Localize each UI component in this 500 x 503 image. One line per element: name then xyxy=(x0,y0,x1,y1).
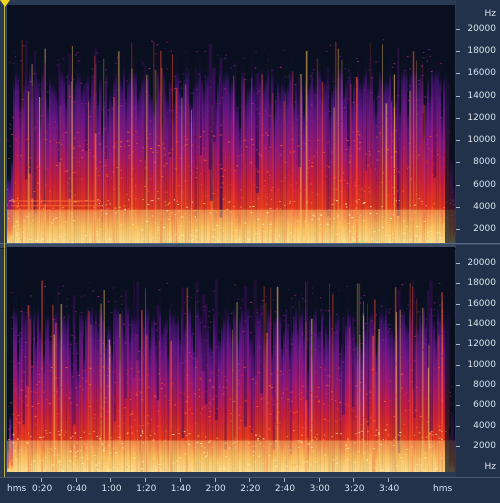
frequency-tick-label: 10000 xyxy=(467,360,496,370)
frequency-tick-mark xyxy=(456,283,460,284)
frequency-tick-label: 12000 xyxy=(467,339,496,349)
frequency-tick-mark xyxy=(456,140,460,141)
time-tick-mark xyxy=(110,478,111,482)
time-tick-mark xyxy=(284,478,285,482)
frequency-tick-mark xyxy=(456,426,460,427)
frequency-tick-label: 18000 xyxy=(467,278,496,288)
spectral-frequency-display[interactable]: Hz 20000 18000 16000 14000 12000 10000 8000 6000… xyxy=(0,0,500,502)
frequency-tick-mark xyxy=(456,162,460,163)
frequency-axis-bottom: 20000 18000 16000 14000 12000 10000 8000 6000 40… xyxy=(456,245,500,477)
time-tick-mark xyxy=(388,478,389,482)
frequency-tick-mark xyxy=(456,229,460,230)
spectrogram-plot-bottom[interactable] xyxy=(6,247,455,472)
frequency-tick-label: 16000 xyxy=(467,68,496,78)
frequency-tick-label: 20000 xyxy=(467,258,496,268)
frequency-tick-label: 16000 xyxy=(467,299,496,309)
time-tick-label: 3:00 xyxy=(310,484,330,494)
frequency-axis-top: Hz 20000 18000 16000 14000 12000 10000 8000 6000… xyxy=(456,0,500,245)
time-tick-label: 2:20 xyxy=(240,484,260,494)
frequency-tick-label: 20000 xyxy=(467,24,496,34)
spectrogram-plot-top[interactable] xyxy=(6,5,455,243)
frequency-tick-mark xyxy=(456,304,460,305)
time-tick-mark xyxy=(249,478,250,482)
time-tick-label: 3:20 xyxy=(344,484,364,494)
frequency-tick-label: 4000 xyxy=(473,202,496,212)
frequency-tick-label: 18000 xyxy=(467,46,496,56)
time-tick-mark xyxy=(180,478,181,482)
time-tick-label: 2:00 xyxy=(206,484,226,494)
frequency-tick-label: 6000 xyxy=(473,400,496,410)
time-tick-mark xyxy=(41,478,42,482)
frequency-tick-mark xyxy=(456,446,460,447)
frequency-unit-label: Hz xyxy=(485,462,497,472)
time-tick-label: 3:40 xyxy=(379,484,399,494)
frequency-tick-label: 6000 xyxy=(473,180,496,190)
spectrogram-canvas xyxy=(7,5,455,243)
frequency-tick-mark xyxy=(456,185,460,186)
frequency-tick-mark xyxy=(456,96,460,97)
frequency-tick-label: 8000 xyxy=(473,380,496,390)
time-tick-mark xyxy=(76,478,77,482)
frequency-tick-label: 4000 xyxy=(473,421,496,431)
frequency-tick-label: 12000 xyxy=(467,113,496,123)
frequency-tick-mark xyxy=(456,263,460,264)
playhead-line[interactable] xyxy=(4,0,5,477)
frequency-tick-mark xyxy=(456,385,460,386)
time-tick-mark xyxy=(353,478,354,482)
playhead-marker-icon[interactable] xyxy=(0,0,10,7)
time-tick-mark xyxy=(319,478,320,482)
frequency-tick-mark xyxy=(456,365,460,366)
time-tick-mark xyxy=(145,478,146,482)
frequency-tick-mark xyxy=(456,51,460,52)
time-tick-label: 1:20 xyxy=(136,484,156,494)
frequency-tick-mark xyxy=(456,73,460,74)
frequency-tick-mark xyxy=(456,118,460,119)
frequency-tick-mark xyxy=(456,324,460,325)
frequency-tick-mark xyxy=(456,207,460,208)
spectrogram-canvas xyxy=(7,247,455,472)
channel-1-spectrogram[interactable]: Hz 20000 18000 16000 14000 12000 10000 8000 6000… xyxy=(0,0,500,245)
frequency-tick-label: 2000 xyxy=(473,224,496,234)
time-tick-label: 1:00 xyxy=(101,484,121,494)
frequency-tick-label: 2000 xyxy=(473,441,496,451)
time-unit-label-start: hms xyxy=(7,484,26,494)
time-tick-label: 1:40 xyxy=(171,484,191,494)
frequency-tick-label: 8000 xyxy=(473,157,496,167)
frequency-tick-label: 10000 xyxy=(467,135,496,145)
frequency-tick-mark xyxy=(456,344,460,345)
time-tick-label: 0:20 xyxy=(32,484,52,494)
frequency-tick-mark xyxy=(456,405,460,406)
time-unit-label-end: hms xyxy=(433,484,452,494)
frequency-tick-label: 14000 xyxy=(467,319,496,329)
time-tick-label: 2:40 xyxy=(275,484,295,494)
time-tick-mark xyxy=(215,478,216,482)
frequency-unit-label: Hz xyxy=(485,9,497,19)
channel-2-spectrogram[interactable]: 20000 18000 16000 14000 12000 10000 8000 6000 40… xyxy=(0,245,500,477)
frequency-tick-label: 14000 xyxy=(467,91,496,101)
time-tick-label: 0:40 xyxy=(67,484,87,494)
frequency-tick-mark xyxy=(456,29,460,30)
time-ruler[interactable]: hms hms 0:20 0:40 1:00 1:20 1:40 2:00 2:20 2:40 3:… xyxy=(0,477,500,503)
